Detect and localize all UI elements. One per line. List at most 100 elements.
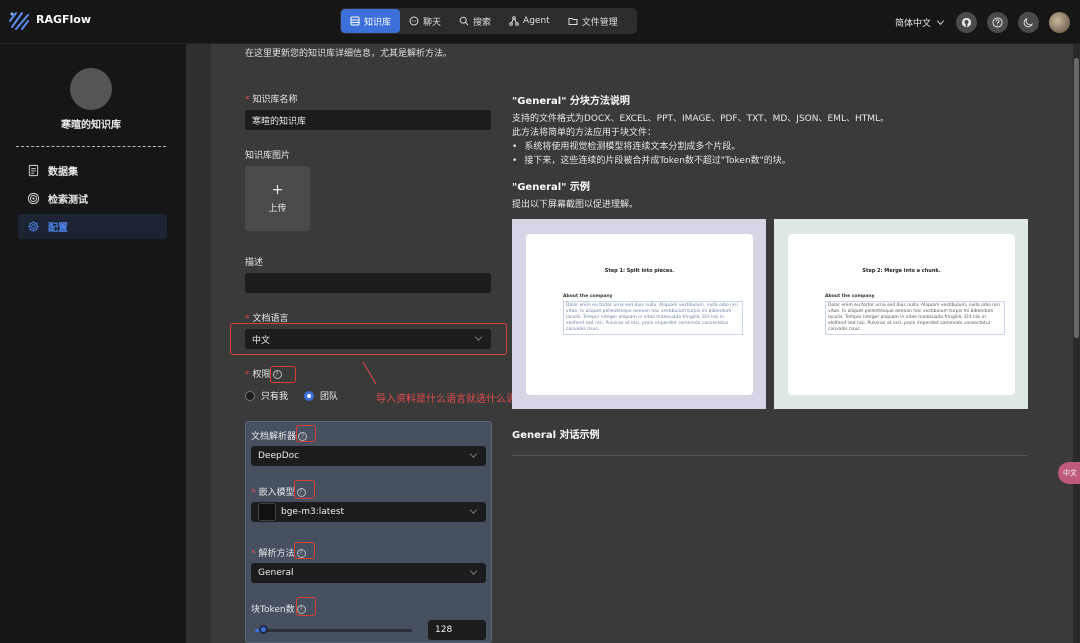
example-card-body: About the company Dolor enim eu tortor u… xyxy=(825,294,1005,335)
chevron-down-icon xyxy=(470,570,477,575)
sidebar-item-retrieval-test[interactable]: 检索测试 xyxy=(18,186,167,211)
folder-icon xyxy=(568,18,578,25)
chunk-value: 128 xyxy=(435,625,453,635)
chevron-down-icon xyxy=(470,453,477,458)
guide-formats: 支持的文件格式为DOCX、EXCEL、PPT、IMAGE、PDF、TXT、MD、… xyxy=(512,114,890,124)
floating-translate-badge[interactable]: 中文 xyxy=(1058,462,1080,484)
nav-label: 知识库 xyxy=(364,17,392,28)
annotation-box-method xyxy=(294,542,315,559)
github-icon xyxy=(961,17,972,28)
sidebar-item-label: 检索测试 xyxy=(48,195,88,206)
sidebar-item-configuration[interactable]: 配置 xyxy=(18,214,167,239)
nav-search[interactable]: 搜索 xyxy=(450,9,500,33)
ragflow-logo-icon[interactable] xyxy=(8,9,30,31)
database-icon xyxy=(350,16,360,26)
example-card-text: Dolor enim eu tortor urna sed duis nulla… xyxy=(563,301,743,335)
method-label-text: 解析方法 xyxy=(258,549,295,559)
dialog-example-title: General 对话示例 xyxy=(512,430,600,441)
example-card: Step 1: Split into pieces. About the com… xyxy=(526,234,753,395)
annotation-box-embed xyxy=(294,480,315,499)
kb-name-label-text: 知识库名称 xyxy=(252,95,298,105)
guide-method-intro: 此方法将简单的方法应用于块文件： xyxy=(512,128,657,138)
embed-model-select[interactable]: bge-m3:latest xyxy=(251,502,486,522)
brand-name: RAGFlow xyxy=(36,13,92,26)
nav-label: 搜索 xyxy=(473,17,492,28)
example-image-split: Step 1: Split into pieces. About the com… xyxy=(512,219,766,409)
guide-bullet: 接下来，这些连续的片段被合并成Token数不超过"Token数"的块。 xyxy=(512,153,791,166)
radio-only-me[interactable] xyxy=(245,390,255,401)
kb-name-value: 寒暄的知识库 xyxy=(252,116,307,127)
kb-image-label: 知识库图片 xyxy=(245,151,291,161)
chunk-token-input[interactable]: 128 xyxy=(428,620,486,640)
example-title: "General" 示例 xyxy=(512,182,590,193)
form-intro: 在这里更新您的知识库详细信息，尤其是解析方法。 xyxy=(245,49,453,59)
radio-label: 团队 xyxy=(320,392,339,402)
divider xyxy=(512,455,1028,456)
scrollbar-thumb[interactable] xyxy=(1074,58,1079,338)
permission-radio-group: 只有我 团队 xyxy=(245,389,338,402)
agent-icon xyxy=(509,16,519,26)
sidebar: 寒暄的知识库 数据集 检索测试 配置 xyxy=(0,44,186,643)
document-icon xyxy=(28,164,39,177)
nav-agent[interactable]: Agent xyxy=(500,9,559,33)
nav-label: 文件管理 xyxy=(581,17,618,28)
chunk-slider-handle[interactable] xyxy=(258,625,268,634)
chevron-down-icon xyxy=(470,509,477,514)
sidebar-divider xyxy=(16,146,166,147)
parser-label-text: 文档解析器 xyxy=(251,432,297,442)
radio-team[interactable] xyxy=(304,390,315,401)
chat-icon xyxy=(409,16,419,26)
model-avatar-icon xyxy=(258,503,276,521)
annotation-arrow xyxy=(362,361,377,385)
guide-bullet: 系统将使用视觉检测模型将连续文本分割成多个片段。 xyxy=(512,139,740,152)
question-icon xyxy=(992,17,1003,28)
annotation-box-language xyxy=(230,323,507,355)
gear-icon xyxy=(28,221,39,232)
annotation-box-chunk xyxy=(296,597,316,616)
upload-button[interactable]: + 上传 xyxy=(245,166,310,231)
radio-label: 只有我 xyxy=(261,392,289,402)
knowledge-base-name: 寒暄的知识库 xyxy=(61,120,121,131)
github-button[interactable] xyxy=(956,12,977,33)
example-card: Step 2: Merge into a chunk. About the co… xyxy=(788,234,1015,395)
method-select[interactable]: General xyxy=(251,563,486,583)
knowledge-base-avatar xyxy=(70,68,112,110)
plus-icon: + xyxy=(271,182,284,198)
sidebar-item-dataset[interactable]: 数据集 xyxy=(18,158,167,183)
embed-label-text: 嵌入模型 xyxy=(258,488,295,498)
chunk-slider-track[interactable] xyxy=(255,629,412,632)
theme-toggle-button[interactable] xyxy=(1018,12,1039,33)
nav-label: Agent xyxy=(523,16,550,26)
user-avatar[interactable] xyxy=(1049,12,1070,33)
annotation-box-permission xyxy=(270,366,296,383)
nav-chat[interactable]: 聊天 xyxy=(400,9,450,33)
main-nav: 知识库 聊天 搜索 Agent 文件管理 xyxy=(340,8,637,34)
example-image-merge: Step 2: Merge into a chunk. About the co… xyxy=(774,219,1028,409)
kb-name-label: * 知识库名称 xyxy=(245,95,298,105)
help-button[interactable] xyxy=(987,12,1008,33)
permission-label-text: 权限 xyxy=(252,370,271,380)
description-label: 描述 xyxy=(245,258,264,268)
sidebar-item-label: 配置 xyxy=(48,223,68,234)
top-bar: RAGFlow 知识库 聊天 搜索 Agent 文件管理 简体中文 xyxy=(0,0,1080,44)
chevron-down-icon xyxy=(936,20,945,26)
chunk-label-text: 块Token数 xyxy=(251,605,295,615)
description-input[interactable] xyxy=(245,273,491,293)
sidebar-item-label: 数据集 xyxy=(48,167,78,178)
search-icon xyxy=(459,16,469,26)
parser-select[interactable]: DeepDoc xyxy=(251,446,486,466)
language-selector[interactable]: 简体中文 xyxy=(895,16,945,29)
example-card-title: Step 2: Merge into a chunk. xyxy=(862,268,941,274)
example-desc: 提出以下屏幕截图以促进理解。 xyxy=(512,200,639,210)
annotation-box-parser xyxy=(296,425,316,442)
kb-name-input[interactable]: 寒暄的知识库 xyxy=(245,110,491,130)
nav-file-management[interactable]: 文件管理 xyxy=(559,9,627,33)
example-card-text: Dolor enim eu tortor urna sed duis nulla… xyxy=(825,301,1005,335)
nav-label: 聊天 xyxy=(423,17,442,28)
example-card-title: Step 1: Split into pieces. xyxy=(604,268,675,274)
parser-value: DeepDoc xyxy=(258,451,300,461)
nav-knowledge-base[interactable]: 知识库 xyxy=(341,9,401,33)
guide-title: "General" 分块方法说明 xyxy=(512,96,630,107)
upload-label: 上传 xyxy=(268,204,287,214)
example-card-body: About the company Dolor enim eu tortor u… xyxy=(563,294,743,335)
